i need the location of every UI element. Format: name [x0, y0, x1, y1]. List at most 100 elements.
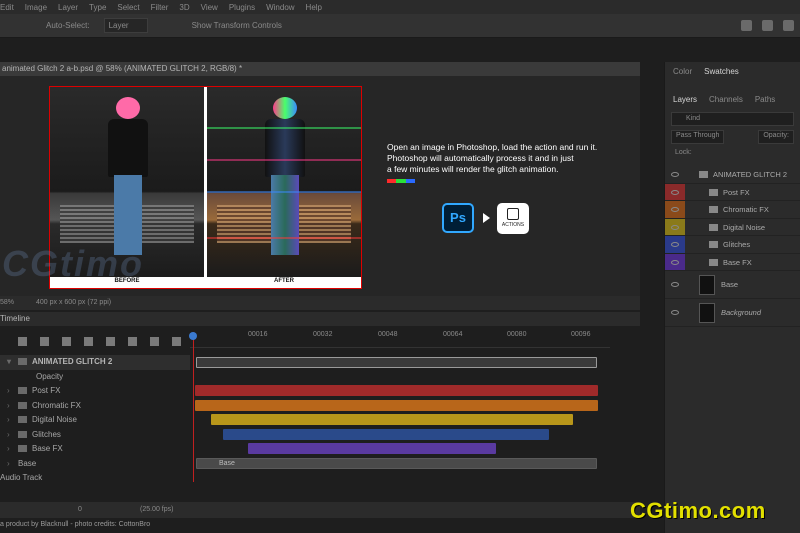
- menu-type[interactable]: Type: [89, 3, 106, 12]
- after-photo: [207, 87, 361, 277]
- menu-image[interactable]: Image: [25, 3, 47, 12]
- folder-icon: [18, 401, 27, 409]
- eye-icon[interactable]: [671, 189, 679, 195]
- chevron-right-icon[interactable]: ›: [7, 428, 10, 443]
- clip-bar-post-fx[interactable]: [195, 385, 598, 396]
- track-row-post-fx[interactable]: › Post FX: [0, 384, 190, 399]
- track-row-chromatic-fx[interactable]: › Chromatic FX: [0, 399, 190, 414]
- timeline-panel-title[interactable]: Timeline: [0, 312, 640, 326]
- menu-plugins[interactable]: Plugins: [229, 3, 255, 12]
- previous-frame-icon[interactable]: [40, 336, 49, 346]
- layer-thumbnail: [699, 303, 715, 323]
- menu-view[interactable]: View: [201, 3, 218, 12]
- ruler-tick: 00064: [443, 331, 463, 338]
- chevron-right-icon[interactable]: ›: [7, 442, 10, 457]
- transition-icon[interactable]: [172, 336, 181, 346]
- clip-bar-glitches[interactable]: [223, 429, 549, 440]
- folder-icon: [18, 387, 27, 395]
- auto-select-dropdown[interactable]: Layer: [103, 18, 148, 33]
- actions-icon: ACTIONS: [497, 203, 529, 234]
- first-frame-icon[interactable]: [18, 336, 27, 346]
- track-row-digital-noise[interactable]: › Digital Noise: [0, 413, 190, 428]
- scissors-icon[interactable]: [150, 336, 159, 346]
- blend-mode-dropdown[interactable]: Pass Through: [671, 130, 725, 144]
- track-label: Post FX: [32, 386, 61, 395]
- eye-icon[interactable]: [671, 224, 679, 230]
- tab-channels[interactable]: Channels: [709, 95, 743, 104]
- settings-icon[interactable]: [128, 336, 137, 346]
- track-row-glitches[interactable]: › Glitches: [0, 428, 190, 443]
- folder-icon: [709, 188, 718, 196]
- glitch-line: [207, 127, 361, 129]
- track-row-audio[interactable]: Audio Track: [0, 471, 190, 486]
- layer-row-base-fx[interactable]: Base FX: [665, 253, 800, 271]
- search-icon[interactable]: [741, 20, 752, 31]
- menu-select[interactable]: Select: [117, 3, 139, 12]
- layer-row-post-fx[interactable]: Post FX: [665, 183, 800, 201]
- blend-mode-row: Pass Through Opacity:: [671, 130, 794, 144]
- share-icon[interactable]: [783, 20, 794, 31]
- next-frame-icon[interactable]: [84, 336, 93, 346]
- color-swatch-blue: [405, 179, 415, 183]
- color-swatch-green: [396, 179, 406, 183]
- tab-layers[interactable]: Layers: [673, 95, 697, 104]
- menu-edit[interactable]: Edit: [0, 3, 14, 12]
- menu-layer[interactable]: Layer: [58, 3, 78, 12]
- eye-icon[interactable]: [671, 207, 679, 212]
- menu-bar: Edit Image Layer Type Select Filter 3D V…: [0, 0, 800, 14]
- audio-icon[interactable]: [106, 336, 115, 346]
- zoom-level[interactable]: 58%: [0, 296, 14, 310]
- document-tab[interactable]: animated Glitch 2 a-b.psd @ 58% (ANIMATE…: [0, 62, 640, 76]
- clip-bar-group[interactable]: [196, 357, 597, 368]
- tab-swatches[interactable]: Swatches: [704, 67, 739, 76]
- glitch-line: [207, 191, 361, 193]
- eye-icon[interactable]: [671, 259, 679, 265]
- timeline-ruler[interactable]: 00016 00032 00048 00064 00080 00096: [190, 326, 610, 348]
- jeans: [271, 175, 299, 255]
- color-swatch-red: [387, 179, 397, 183]
- menu-help[interactable]: Help: [306, 3, 322, 12]
- track-row-base[interactable]: › Base: [0, 457, 190, 472]
- layer-row-group[interactable]: ANIMATED GLITCH 2: [665, 166, 800, 184]
- layer-filter-dropdown[interactable]: Kind: [671, 112, 794, 126]
- chevron-right-icon[interactable]: ›: [7, 457, 10, 472]
- clip-bar-chromatic-fx[interactable]: [195, 400, 598, 411]
- playhead[interactable]: [193, 332, 194, 482]
- layer-row-base[interactable]: Base: [665, 271, 800, 299]
- show-transform-checkbox[interactable]: Show Transform Controls: [192, 21, 282, 30]
- chevron-right-icon[interactable]: ›: [7, 413, 10, 428]
- menu-3d[interactable]: 3D: [179, 3, 189, 12]
- play-icon[interactable]: [62, 336, 71, 346]
- menu-filter[interactable]: Filter: [151, 3, 169, 12]
- photoshop-icon: Ps: [442, 203, 474, 233]
- eye-icon[interactable]: [671, 172, 679, 177]
- layer-thumbnail: [699, 275, 715, 295]
- workspace-icon[interactable]: [762, 20, 773, 31]
- auto-select-checkbox[interactable]: Auto-Select:: [46, 21, 90, 30]
- promo-line-2: Photoshop will automatically process it …: [387, 153, 574, 163]
- current-frame[interactable]: 0: [78, 502, 82, 518]
- layer-row-background[interactable]: Background: [665, 299, 800, 327]
- opacity-label[interactable]: Opacity:: [758, 130, 794, 144]
- layer-row-digital-noise[interactable]: Digital Noise: [665, 218, 800, 236]
- chevron-right-icon[interactable]: ›: [7, 384, 10, 399]
- playhead-handle[interactable]: [189, 332, 197, 340]
- eye-icon[interactable]: [671, 242, 679, 247]
- clip-bar-base-fx[interactable]: [248, 443, 496, 454]
- menu-window[interactable]: Window: [266, 3, 294, 12]
- track-row-opacity[interactable]: Opacity: [0, 370, 190, 385]
- layer-row-chromatic-fx[interactable]: Chromatic FX: [665, 201, 800, 219]
- ruler-tick: 00016: [248, 331, 268, 338]
- clip-bar-base[interactable]: Base: [196, 458, 597, 469]
- clip-bar-digital-noise[interactable]: [211, 414, 573, 425]
- tab-color[interactable]: Color: [673, 67, 692, 76]
- tab-paths[interactable]: Paths: [755, 95, 775, 104]
- eye-icon[interactable]: [671, 282, 679, 287]
- eye-icon[interactable]: [671, 310, 679, 315]
- layer-row-glitches[interactable]: Glitches: [665, 236, 800, 254]
- chevron-right-icon[interactable]: ›: [7, 399, 10, 414]
- track-row-base-fx[interactable]: › Base FX: [0, 442, 190, 457]
- track-row-group[interactable]: ▾ ANIMATED GLITCH 2: [0, 355, 190, 370]
- promo-line-3: a few minutes will render the glitch ani…: [387, 164, 559, 174]
- chevron-down-icon[interactable]: ▾: [7, 355, 11, 370]
